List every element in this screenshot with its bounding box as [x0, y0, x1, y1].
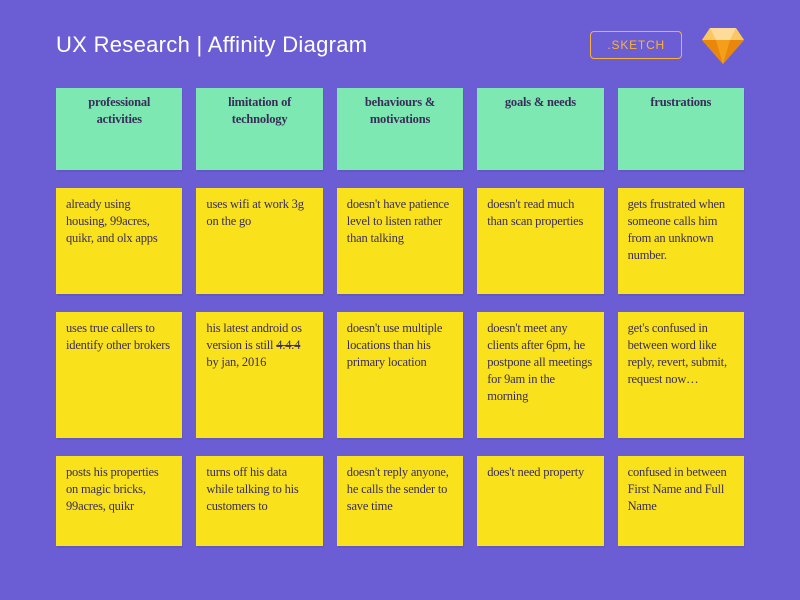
note-text: get's confused in between word like repl… [628, 321, 727, 386]
sticky-note: turns off his data while talking to his … [196, 456, 322, 546]
sticky-note: doesn't have patience level to listen ra… [337, 188, 463, 294]
category-label: behaviours & motivations [365, 95, 435, 126]
sticky-note: doesn't read much than scan properties [477, 188, 603, 294]
note-text-strike: 4.4.4 [276, 338, 300, 352]
note-text: already using housing, 99acres, quikr, a… [66, 197, 158, 245]
sticky-note: posts his properties on magic bricks, 99… [56, 456, 182, 546]
note-text: doesn't read much than scan properties [487, 197, 583, 228]
note-text: doesn't use multiple locations than his … [347, 321, 442, 369]
category-note: limitation of technology [196, 88, 322, 170]
sketch-diamond-icon [702, 26, 744, 64]
sticky-note: his latest android os version is still 4… [196, 312, 322, 438]
category-label: goals & needs [505, 95, 576, 109]
note-text: doesn't meet any clients after 6pm, he p… [487, 321, 592, 403]
note-text: uses wifi at work 3g on the go [206, 197, 303, 228]
header: UX Research | Affinity Diagram .SKETCH [0, 0, 800, 82]
sticky-note: confused in between First Name and Full … [618, 456, 744, 546]
category-label: professional activities [88, 95, 150, 126]
header-actions: .SKETCH [590, 26, 744, 64]
page-title: UX Research | Affinity Diagram [56, 32, 367, 58]
sticky-note: uses wifi at work 3g on the go [196, 188, 322, 294]
sticky-note: doesn't meet any clients after 6pm, he p… [477, 312, 603, 438]
note-text: doesn't reply anyone, he calls the sende… [347, 465, 449, 513]
sketch-button[interactable]: .SKETCH [590, 31, 682, 59]
category-note: frustrations [618, 88, 744, 170]
category-label: limitation of technology [228, 95, 291, 126]
category-note: professional activities [56, 88, 182, 170]
category-note: goals & needs [477, 88, 603, 170]
note-text: confused in between First Name and Full … [628, 465, 727, 513]
sticky-note: does't need property [477, 456, 603, 546]
category-note: behaviours & motivations [337, 88, 463, 170]
note-text: uses true callers to identify other brok… [66, 321, 170, 352]
note-text: posts his properties on magic bricks, 99… [66, 465, 159, 513]
affinity-grid: professional activities limitation of te… [0, 82, 800, 546]
note-text: doesn't have patience level to listen ra… [347, 197, 449, 245]
sticky-note: already using housing, 99acres, quikr, a… [56, 188, 182, 294]
note-text-post: by jan, 2016 [206, 355, 266, 369]
note-text: turns off his data while talking to his … [206, 465, 298, 513]
note-text: gets frustrated when someone calls him f… [628, 197, 725, 262]
note-text: does't need property [487, 465, 584, 479]
sticky-note: doesn't use multiple locations than his … [337, 312, 463, 438]
category-label: frustrations [650, 95, 711, 109]
sticky-note: doesn't reply anyone, he calls the sende… [337, 456, 463, 546]
sticky-note: gets frustrated when someone calls him f… [618, 188, 744, 294]
sticky-note: get's confused in between word like repl… [618, 312, 744, 438]
sticky-note: uses true callers to identify other brok… [56, 312, 182, 438]
